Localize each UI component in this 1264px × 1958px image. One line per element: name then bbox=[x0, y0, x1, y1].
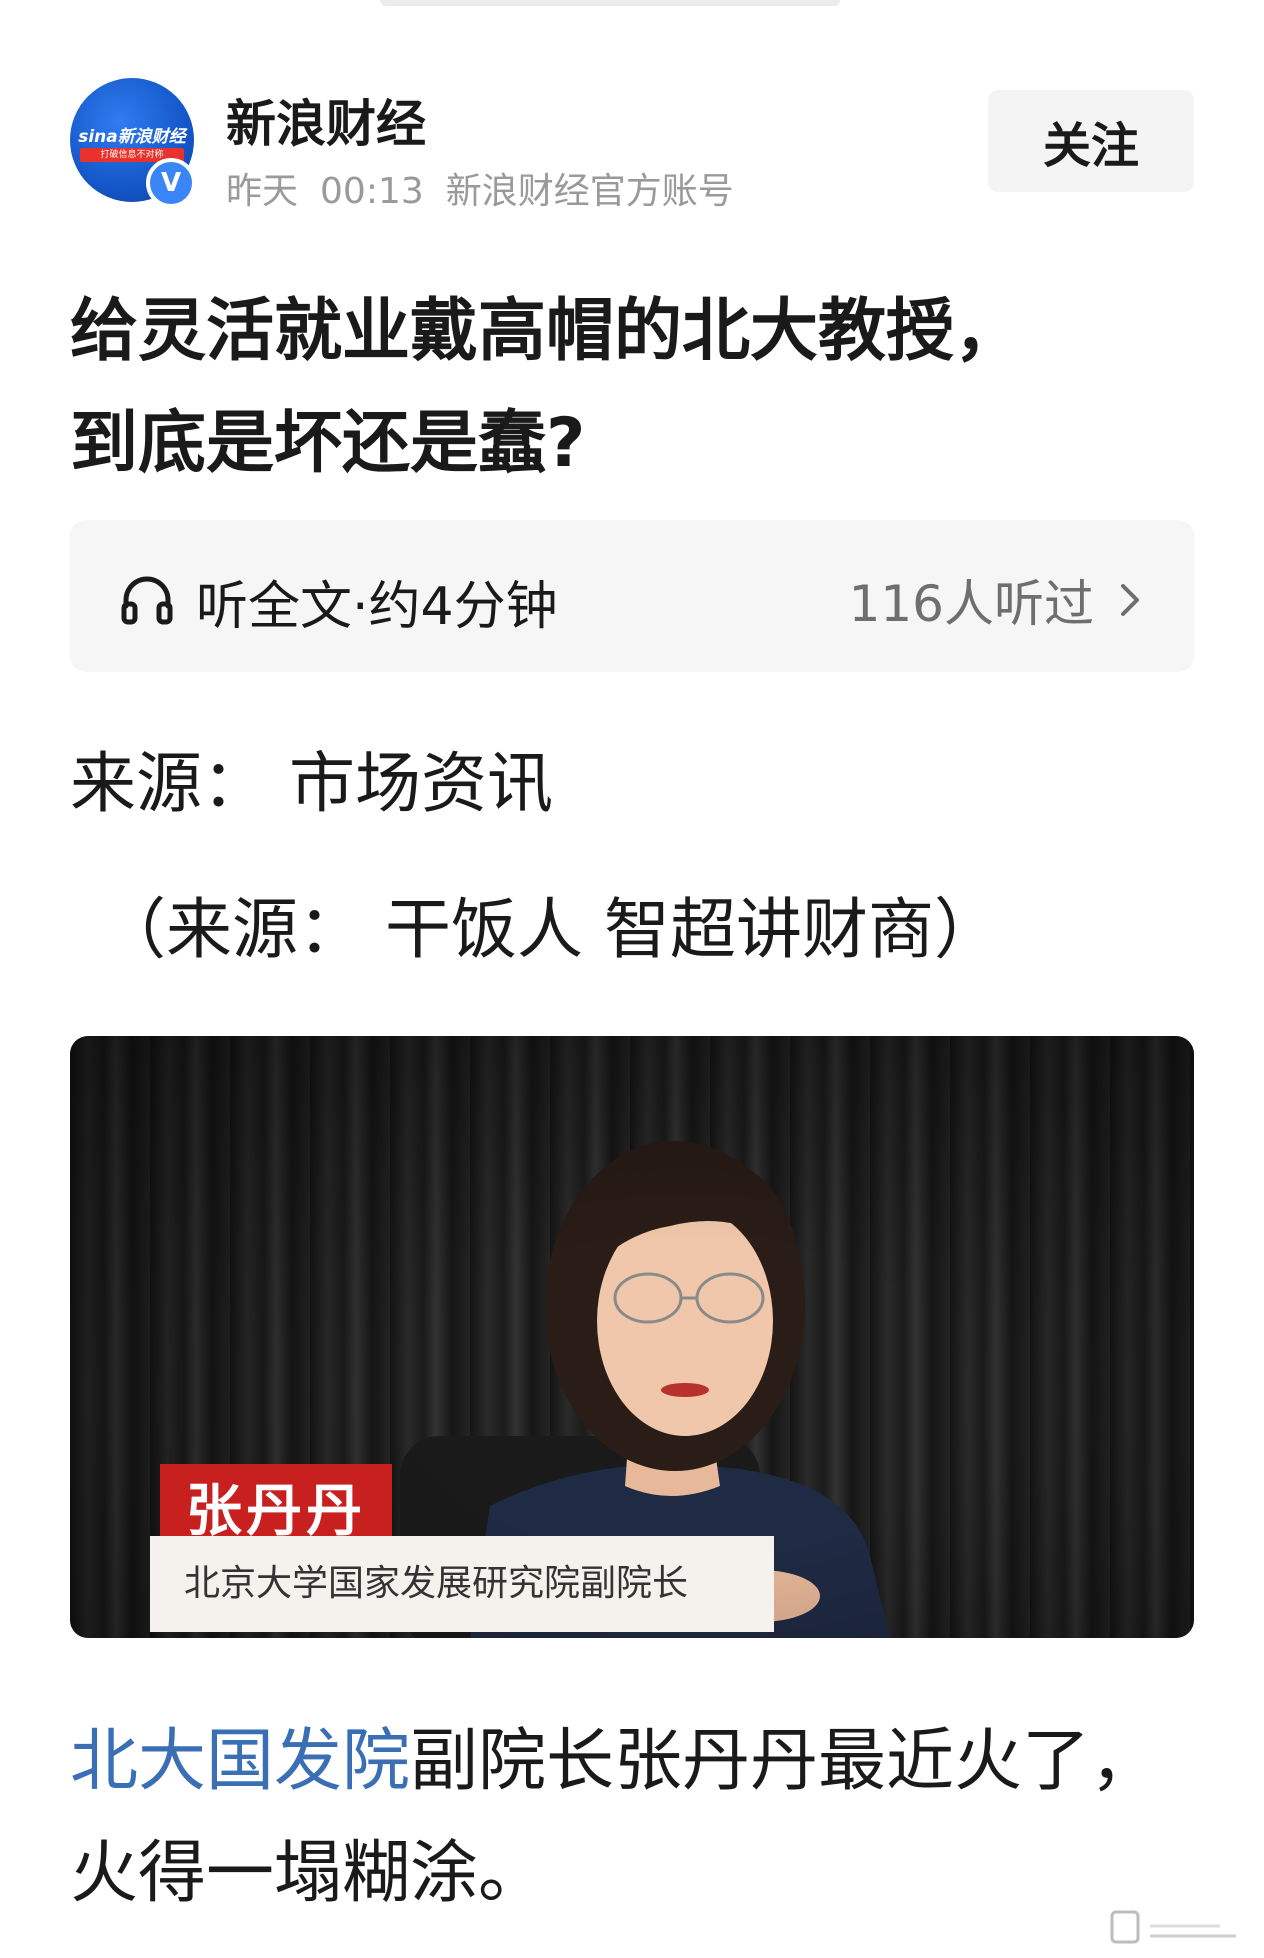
source-line: 来源： 市场资讯 bbox=[70, 745, 553, 822]
account-name[interactable]: 新浪财经 bbox=[226, 84, 426, 156]
article-title: 给灵活就业戴高帽的北大教授， 到底是坏还是蠢? bbox=[70, 276, 1200, 500]
follow-button[interactable]: 关注 bbox=[988, 90, 1194, 192]
title-line-2: 到底是坏还是蠢? bbox=[70, 404, 586, 483]
post-day: 昨天 bbox=[226, 171, 299, 212]
top-handle bbox=[380, 0, 840, 6]
verified-icon: V bbox=[146, 158, 196, 208]
chevron-right-icon bbox=[1121, 584, 1139, 616]
avatar-logo: sina新浪财经 bbox=[78, 127, 186, 147]
source-line-secondary: （来源： 干饭人 智超讲财商） bbox=[100, 891, 1000, 968]
article-image[interactable]: 张丹丹 北京大学国家发展研究院副院长 bbox=[70, 1036, 1194, 1638]
post-time: 00:13 bbox=[320, 171, 424, 212]
watermark-mark bbox=[1110, 1910, 1236, 1944]
article-body-paragraph: 北大国发院副院长张丹丹最近火了，火得一塌糊涂。 bbox=[70, 1706, 1200, 1930]
listen-label: 听全文·约4分钟 bbox=[196, 577, 558, 637]
image-title-caption: 北京大学国家发展研究院副院长 bbox=[150, 1536, 774, 1632]
listen-count: 116人听过 bbox=[848, 575, 1094, 633]
body-link-pku-nsd[interactable]: 北大国发院 bbox=[70, 1722, 410, 1801]
title-line-1: 给灵活就业戴高帽的北大教授， bbox=[70, 292, 1023, 371]
headphones-icon bbox=[121, 576, 173, 625]
account-description: 新浪财经官方账号 bbox=[445, 171, 734, 212]
post-meta: 昨天 00:13 新浪财经官方账号 bbox=[226, 162, 756, 214]
listen-full-text-bar[interactable]: 听全文·约4分钟 116人听过 bbox=[70, 520, 1194, 672]
